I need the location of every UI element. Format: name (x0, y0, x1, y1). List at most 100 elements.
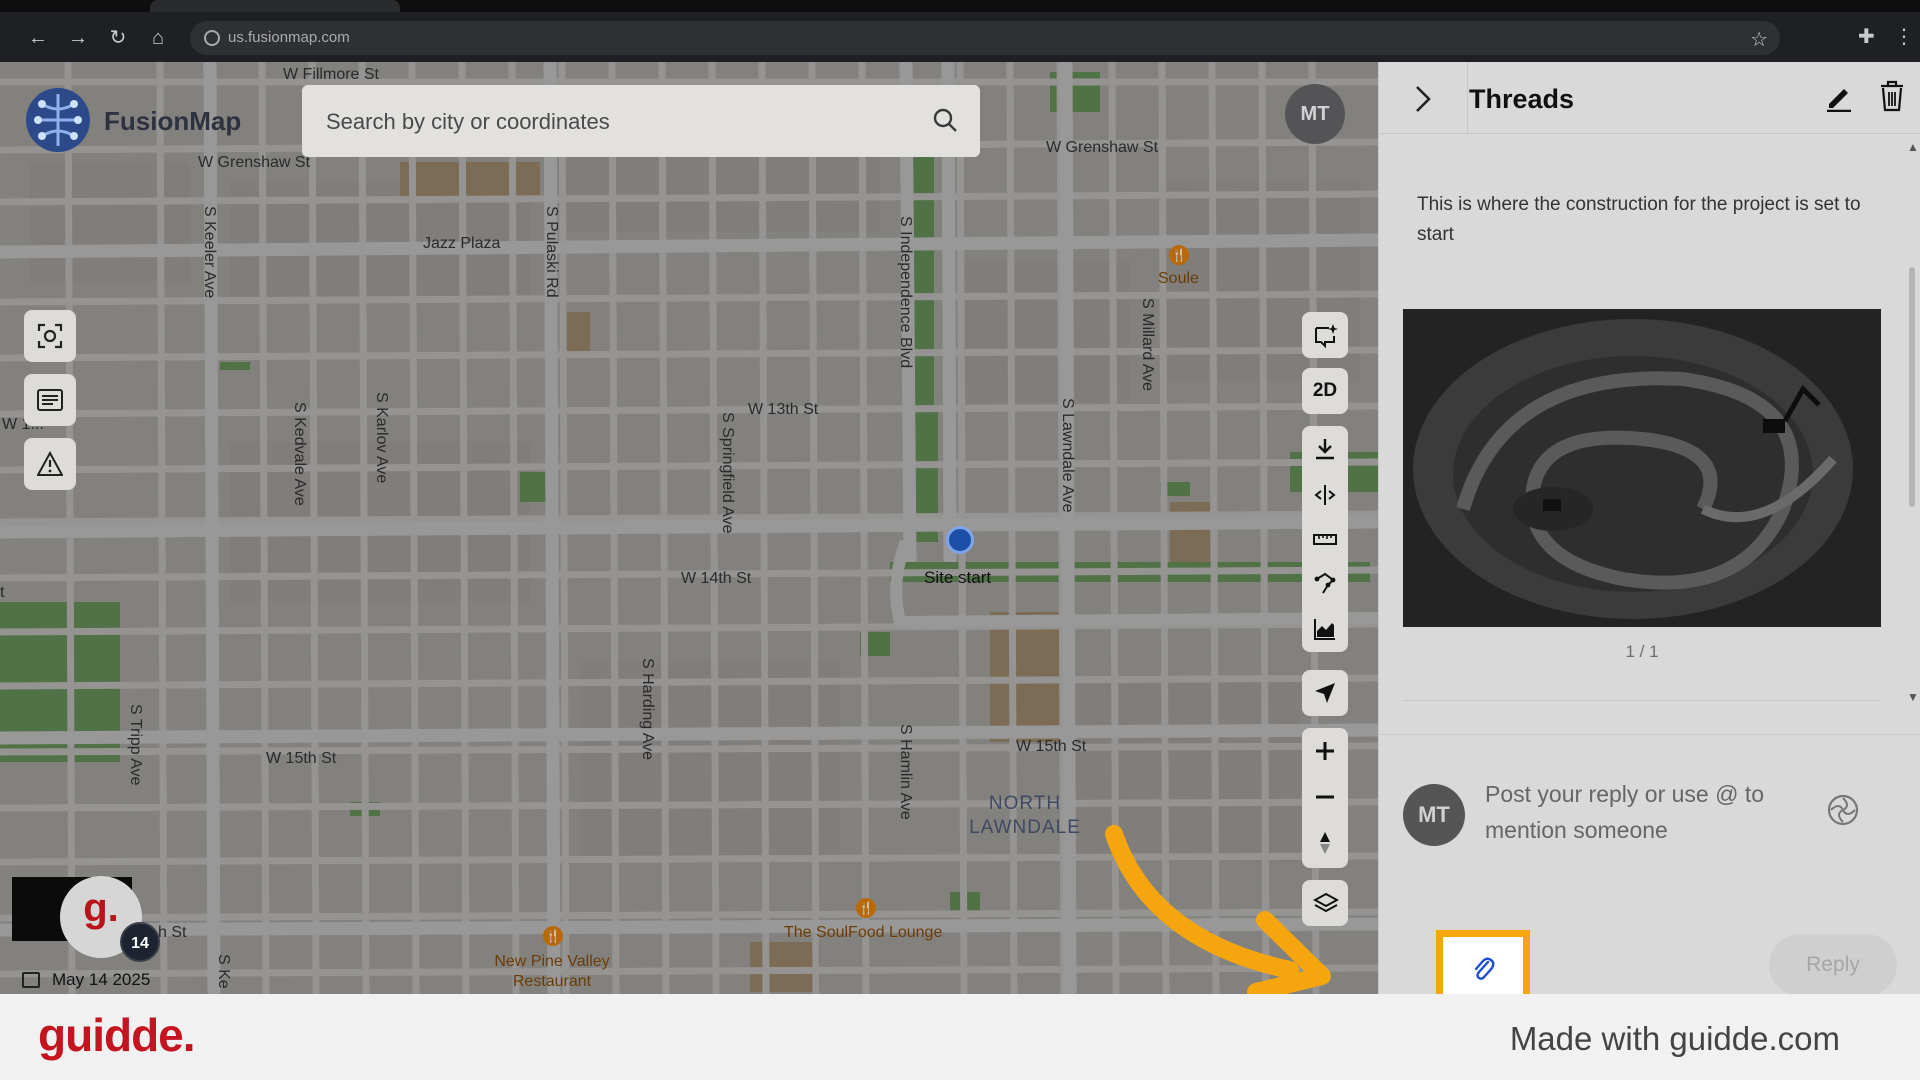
compare-button[interactable] (1302, 472, 1348, 516)
toggle-2d-label: 2D (1312, 380, 1338, 401)
zoom-in-button[interactable] (1302, 728, 1348, 774)
elevation-chart-button[interactable] (1302, 606, 1348, 652)
reply-input[interactable]: Post your reply or use @ to mention some… (1485, 776, 1835, 848)
sparkle-chat-icon (1315, 324, 1338, 349)
bookmark-star-icon[interactable]: ☆ (1750, 27, 1768, 52)
divider (1403, 700, 1881, 701)
reply-button[interactable]: Reply (1769, 934, 1897, 996)
neighborhood-label: NORTH LAWNDALE (969, 793, 1081, 838)
extensions-icon[interactable]: ✚ (1858, 24, 1875, 49)
thread-message: This is where the construction for the p… (1417, 194, 1861, 245)
header-divider (1467, 62, 1468, 134)
draw-polygon-button[interactable] (1302, 560, 1348, 606)
threads-panel: Threads ▲ ▼ This is where the constructi… (1378, 62, 1920, 1006)
back-arrow-icon[interactable]: ← (26, 26, 50, 50)
pencil-icon[interactable] (1825, 82, 1853, 112)
browser-toolbar: ← → ↻ ⌂ us.fusionmap.com ☆ ✚ ⋮ (0, 12, 1920, 62)
street-label: S Tripp Ave (127, 704, 144, 786)
poi-label: Jazz Plaza (423, 235, 501, 252)
made-with-text[interactable]: Made with guidde.com (1510, 1020, 1840, 1058)
street-label: t (0, 584, 5, 601)
download-icon (1316, 439, 1334, 460)
date-text: May 14 2025 (52, 970, 151, 989)
scrollbar-thumb[interactable] (1909, 267, 1915, 507)
ai-capture-button[interactable] (1302, 312, 1348, 358)
notes-tool-button[interactable] (24, 374, 76, 426)
street-label: S Kedvale Ave (291, 402, 308, 506)
street-label: W 15th St (266, 750, 337, 767)
street-label: S Independence Blvd (897, 216, 914, 369)
map-tools-group (1302, 426, 1348, 652)
guide-pointer-arrow (1105, 825, 1331, 1000)
street-label: S Springfield Ave (719, 412, 736, 534)
street-label: W 14th St (681, 570, 752, 587)
area-chart-icon (1314, 619, 1335, 640)
navigation-arrow-icon (1315, 683, 1335, 703)
thread-image[interactable] (1403, 309, 1881, 627)
ai-assist-icon[interactable] (1825, 792, 1861, 828)
zoom-out-button[interactable] (1302, 774, 1348, 820)
guidde-logo[interactable]: guidde. (38, 1008, 196, 1062)
measure-button[interactable] (1302, 516, 1348, 560)
app-name: FusionMap (104, 106, 242, 136)
panel-title: Threads (1469, 84, 1575, 114)
poi-label: The SoulFood Lounge (784, 924, 943, 941)
street-label: S Karlov Ave (373, 392, 390, 484)
reload-icon[interactable]: ↻ (106, 26, 130, 50)
split-compare-icon (1314, 485, 1336, 505)
scroll-up-arrow-icon[interactable]: ▲ (1907, 140, 1919, 154)
brain-logo-icon (26, 88, 90, 152)
poi-label: Soule (1158, 270, 1199, 287)
calendar-icon (22, 972, 40, 988)
street-label: S Pulaski Rd (543, 206, 560, 298)
ruler-icon (1313, 534, 1337, 545)
street-label: S Ke (215, 954, 232, 989)
address-bar[interactable]: us.fusionmap.com ☆ (190, 21, 1780, 55)
street-label: W Grenshaw St (1046, 139, 1159, 156)
locate-me-button[interactable] (1302, 670, 1348, 716)
street-label: S Keeler Ave (201, 206, 218, 299)
street-label: W Fillmore St (283, 66, 379, 83)
marker-label: Site start (924, 568, 992, 587)
footer-bar: guidde. Made with guidde.com (0, 994, 1920, 1080)
street-label: S Millard Ave (1139, 298, 1156, 392)
search-icon[interactable] (932, 107, 958, 133)
threads-header: Threads (1379, 62, 1920, 134)
active-tab[interactable] (150, 0, 400, 12)
restaurant-icon[interactable]: 🍴 (1169, 245, 1189, 265)
street-label: S Hamlin Ave (897, 724, 914, 820)
url-text: us.fusionmap.com (228, 29, 350, 46)
restaurant-icon[interactable]: 🍴 (856, 898, 876, 918)
paperclip-icon (1474, 957, 1495, 980)
restaurant-icon[interactable]: 🍴 (543, 926, 563, 946)
thread-marker-icon[interactable] (946, 526, 974, 554)
street-label: S Harding Ave (639, 658, 656, 760)
tab-strip (0, 0, 1920, 12)
scan-tool-button[interactable] (24, 310, 76, 362)
user-avatar[interactable]: MT (1285, 84, 1345, 144)
chevron-right-icon[interactable] (1409, 82, 1437, 116)
notes-list-icon (37, 389, 63, 411)
alerts-tool-button[interactable] (24, 438, 76, 490)
home-icon[interactable]: ⌂ (146, 26, 170, 50)
polygon-draw-icon (1314, 572, 1336, 594)
street-label: S Lawndale Ave (1059, 398, 1076, 513)
divider (1379, 734, 1920, 735)
street-label: W Grenshaw St (198, 154, 311, 171)
forward-arrow-icon[interactable]: → (66, 26, 90, 50)
poi-label: New Pine Valley Restaurant (494, 953, 610, 990)
trash-icon[interactable] (1879, 80, 1905, 112)
construction-site-photo (1403, 309, 1881, 627)
toggle-2d-button[interactable]: 2D (1302, 368, 1348, 414)
site-info-icon[interactable] (204, 30, 220, 46)
reply-user-avatar: MT (1403, 784, 1465, 846)
image-counter: 1 / 1 (1625, 642, 1659, 661)
step-count-badge: 14 (120, 922, 160, 962)
scan-focus-icon (37, 323, 63, 349)
minus-icon (1316, 795, 1334, 799)
scroll-down-arrow-icon[interactable]: ▼ (1907, 690, 1919, 704)
download-button[interactable] (1302, 426, 1348, 472)
search-input[interactable]: Search by city or coordinates (302, 85, 980, 157)
street-label: h St (158, 924, 187, 941)
menu-kebab-icon[interactable]: ⋮ (1894, 24, 1914, 49)
